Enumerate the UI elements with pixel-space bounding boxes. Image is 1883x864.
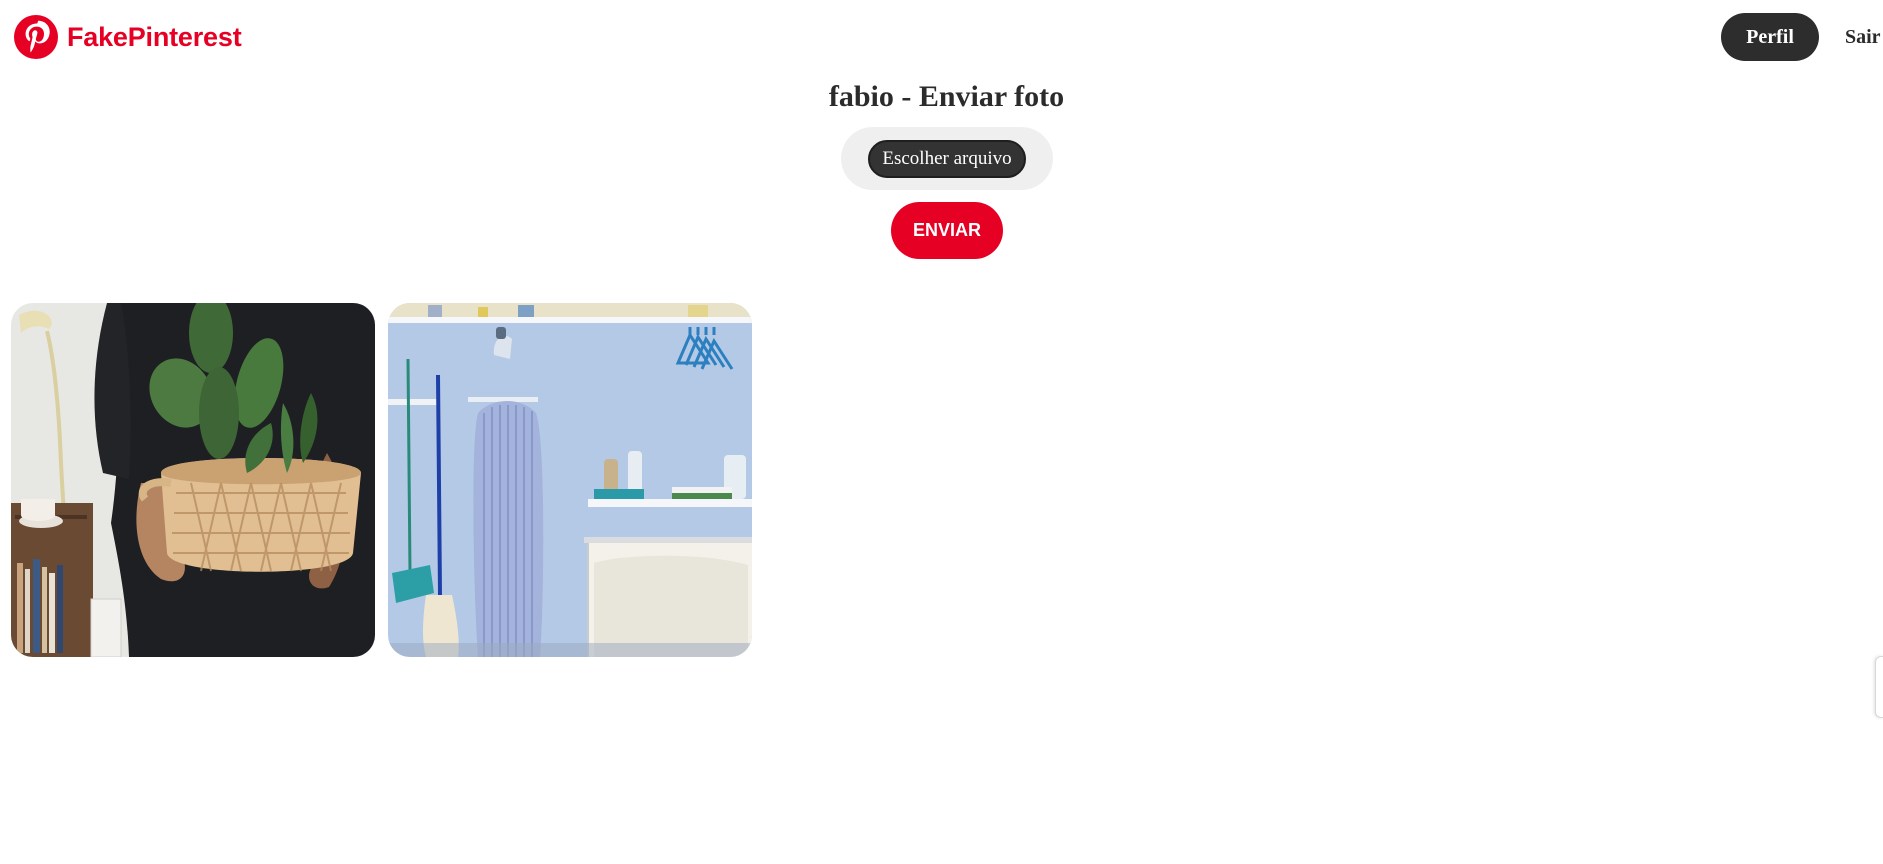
sair-link[interactable]: Sair xyxy=(1845,26,1883,49)
submit-button[interactable]: ENVIAR xyxy=(891,202,1003,259)
top-navbar: FakePinterest Perfil Sair xyxy=(0,0,1883,76)
photo-card[interactable] xyxy=(388,303,752,657)
page-title: fabio - Enviar foto xyxy=(828,80,1065,113)
side-feedback-tab[interactable] xyxy=(1875,656,1883,718)
choose-file-button[interactable]: Escolher arquivo xyxy=(868,139,1026,178)
brand-logo-link[interactable]: FakePinterest xyxy=(14,15,242,59)
photo-card[interactable] xyxy=(11,303,375,657)
perfil-button[interactable]: Perfil xyxy=(1721,13,1819,61)
photo-laundry-room-image xyxy=(388,303,752,657)
pinterest-logo-icon xyxy=(14,15,58,59)
photo-cactus-basket-image xyxy=(11,303,375,657)
user-nav: Perfil Sair xyxy=(1721,13,1883,61)
brand-name: FakePinterest xyxy=(67,21,242,52)
file-input-field[interactable]: Escolher arquivo xyxy=(841,127,1053,190)
